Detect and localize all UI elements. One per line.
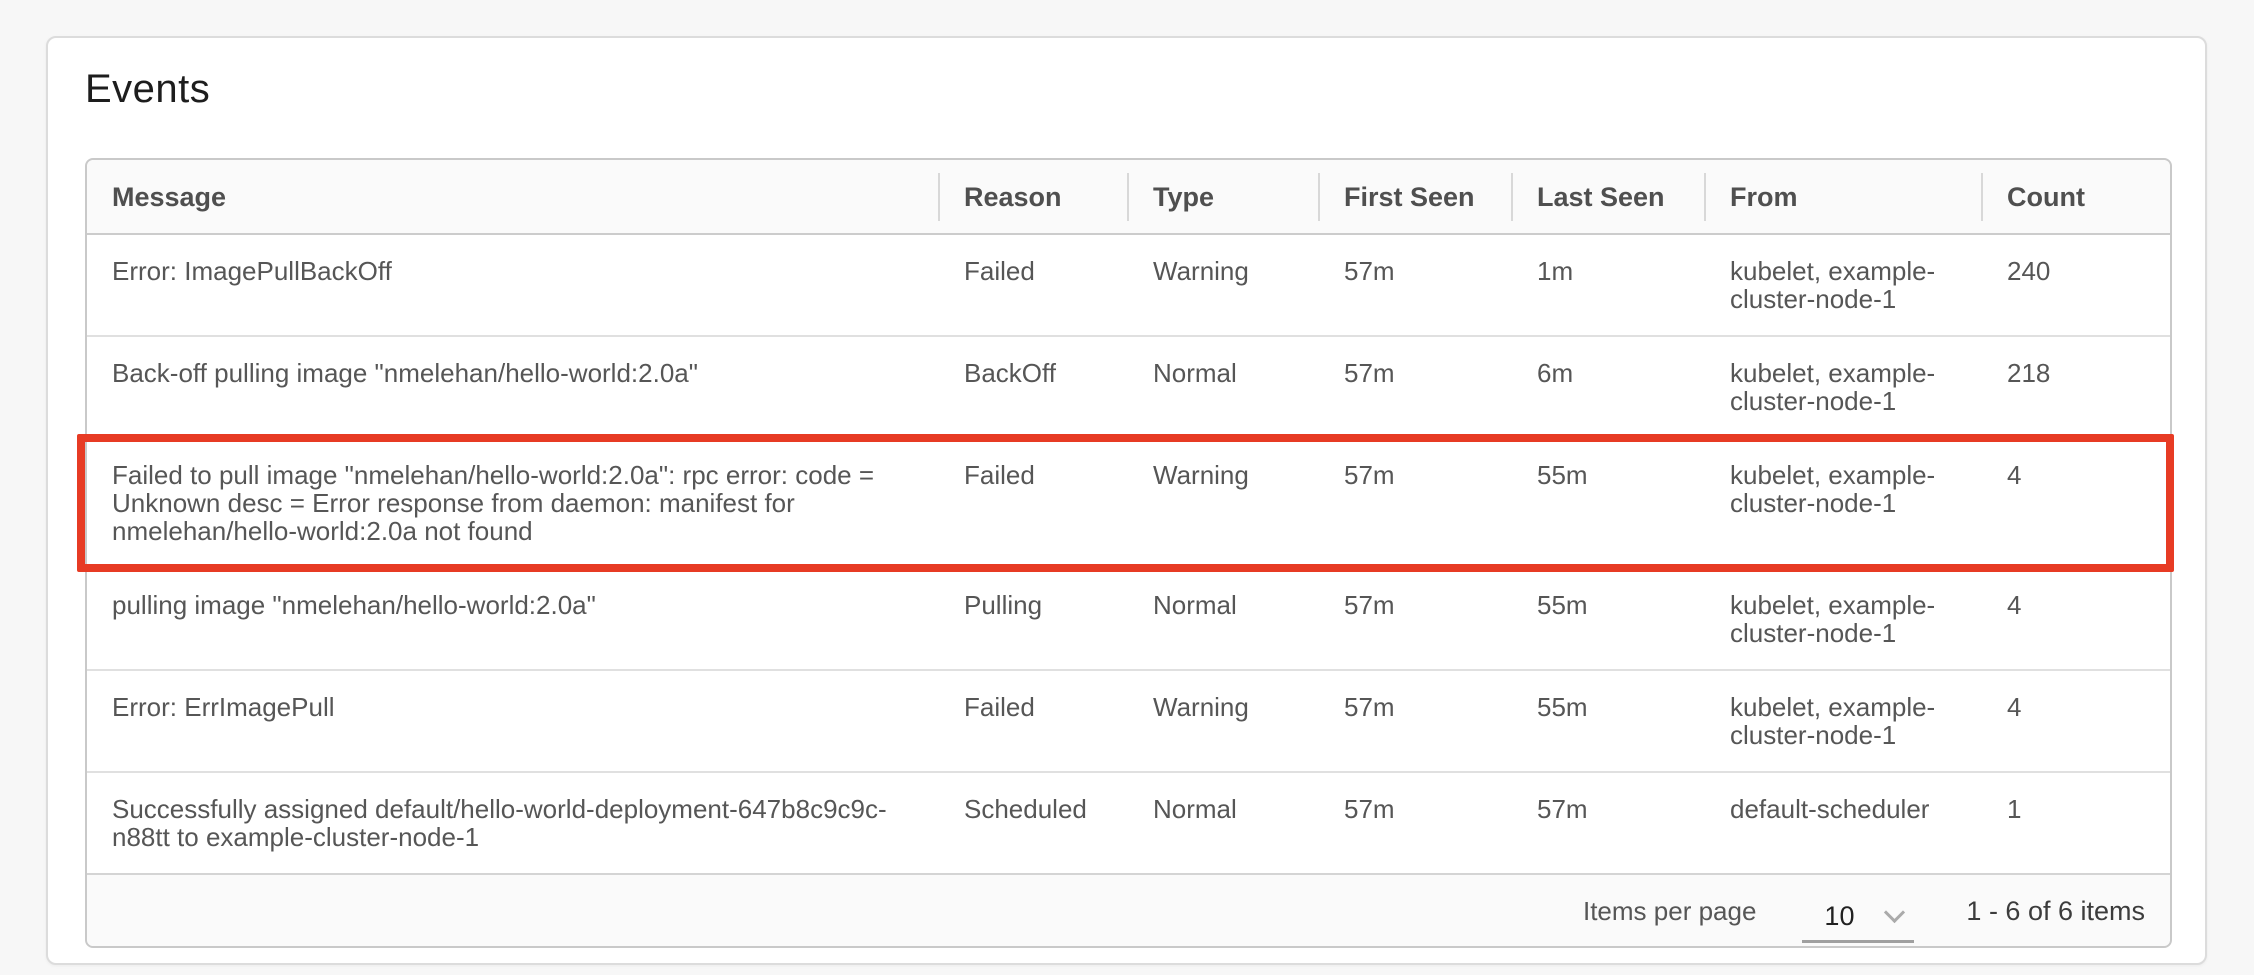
page-title: Events <box>85 64 2168 114</box>
column-header-from: From <box>1705 160 1982 235</box>
cell-message: Failed to pull image "nmelehan/hello-wor… <box>87 437 939 567</box>
table-header-row: Message Reason Type First Seen Last Seen… <box>87 160 2170 235</box>
cell-last-seen: 55m <box>1512 437 1705 567</box>
cell-type: Warning <box>1128 669 1319 771</box>
items-per-page-value: 10 <box>1824 902 1854 930</box>
cell-message: Error: ErrImagePull <box>87 669 939 771</box>
events-table: Message Reason Type First Seen Last Seen… <box>85 158 2172 948</box>
cell-reason: Scheduled <box>939 771 1128 873</box>
items-per-page-label: Items per page <box>1583 897 1756 925</box>
cell-last-seen: 55m <box>1512 567 1705 669</box>
cell-last-seen: 55m <box>1512 669 1705 771</box>
cell-from: kubelet, example-cluster-node-1 <box>1705 437 1982 567</box>
cell-reason: Failed <box>939 437 1128 567</box>
cell-from: kubelet, example-cluster-node-1 <box>1705 567 1982 669</box>
cell-reason: Failed <box>939 669 1128 771</box>
column-header-count: Count <box>1982 160 2170 235</box>
table-row: Back-off pulling image "nmelehan/hello-w… <box>87 335 2170 437</box>
cell-count: 1 <box>1982 771 2170 873</box>
cell-reason: BackOff <box>939 335 1128 437</box>
cell-type: Warning <box>1128 437 1319 567</box>
cell-count: 4 <box>1982 567 2170 669</box>
table-footer-row: Items per page 10 1 - 6 of 6 items <box>87 873 2170 946</box>
table-row: Error: ErrImagePull Failed Warning 57m 5… <box>87 669 2170 771</box>
cell-first-seen: 57m <box>1319 669 1512 771</box>
table-row-highlighted: Failed to pull image "nmelehan/hello-wor… <box>87 437 2170 567</box>
column-header-last-seen: Last Seen <box>1512 160 1705 235</box>
column-header-first-seen: First Seen <box>1319 160 1512 235</box>
table-row: Error: ImagePullBackOff Failed Warning 5… <box>87 235 2170 335</box>
cell-type: Warning <box>1128 235 1319 335</box>
column-header-reason: Reason <box>939 160 1128 235</box>
cell-first-seen: 57m <box>1319 771 1512 873</box>
cell-reason: Pulling <box>939 567 1128 669</box>
cell-last-seen: 6m <box>1512 335 1705 437</box>
column-header-type: Type <box>1128 160 1319 235</box>
cell-last-seen: 57m <box>1512 771 1705 873</box>
cell-message: Error: ImagePullBackOff <box>87 235 939 335</box>
items-per-page-select[interactable]: 10 <box>1802 893 1914 943</box>
cell-first-seen: 57m <box>1319 437 1512 567</box>
cell-message: pulling image "nmelehan/hello-world:2.0a… <box>87 567 939 669</box>
chevron-down-icon <box>1884 901 1905 922</box>
table-row: pulling image "nmelehan/hello-world:2.0a… <box>87 567 2170 669</box>
cell-type: Normal <box>1128 335 1319 437</box>
cell-from: kubelet, example-cluster-node-1 <box>1705 669 1982 771</box>
cell-message: Back-off pulling image "nmelehan/hello-w… <box>87 335 939 437</box>
cell-count: 4 <box>1982 437 2170 567</box>
cell-type: Normal <box>1128 567 1319 669</box>
cell-first-seen: 57m <box>1319 235 1512 335</box>
cell-reason: Failed <box>939 235 1128 335</box>
cell-type: Normal <box>1128 771 1319 873</box>
cell-count: 240 <box>1982 235 2170 335</box>
cell-count: 218 <box>1982 335 2170 437</box>
cell-last-seen: 1m <box>1512 235 1705 335</box>
column-header-message: Message <box>87 160 939 235</box>
cell-count: 4 <box>1982 669 2170 771</box>
cell-message: Successfully assigned default/hello-worl… <box>87 771 939 873</box>
table-footer: Items per page 10 1 - 6 of 6 items <box>87 873 2170 946</box>
table-row: Successfully assigned default/hello-worl… <box>87 771 2170 873</box>
cell-first-seen: 57m <box>1319 335 1512 437</box>
cell-first-seen: 57m <box>1319 567 1512 669</box>
pagination: Items per page 10 1 - 6 of 6 items <box>112 875 2145 946</box>
cell-from: kubelet, example-cluster-node-1 <box>1705 335 1982 437</box>
cell-from: default-scheduler <box>1705 771 1982 873</box>
events-card: Events Message Reason Type First Seen La… <box>46 36 2207 965</box>
pagination-range-text: 1 - 6 of 6 items <box>1966 897 2145 925</box>
cell-from: kubelet, example-cluster-node-1 <box>1705 235 1982 335</box>
